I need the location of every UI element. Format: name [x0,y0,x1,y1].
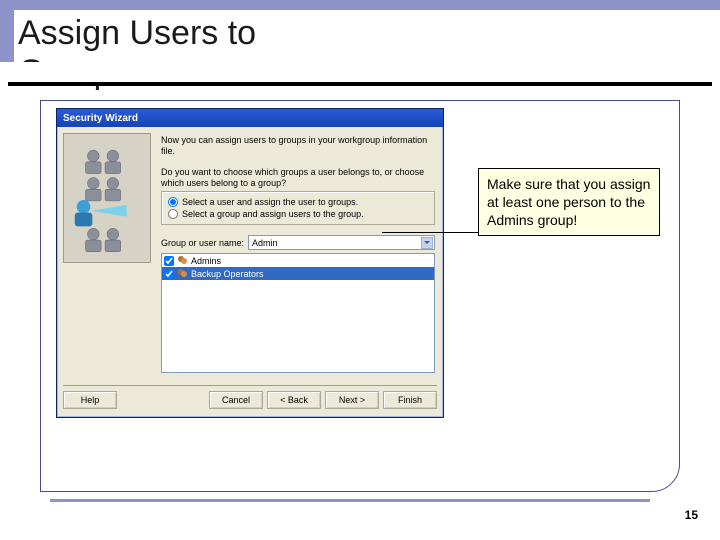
next-button-label: Next > [339,395,365,405]
finish-button-label: Finish [398,395,422,405]
user-name-combo[interactable]: Admin [248,235,435,250]
dialog-title: Security Wizard [63,113,138,124]
slide-divider [8,62,712,86]
chevron-down-icon[interactable] [421,237,433,249]
wizard-sidebar-image [63,133,151,263]
radio-select-group-input[interactable] [168,209,178,219]
page-number: 15 [685,508,698,522]
callout-note: Make sure that you assign at least one p… [478,168,660,236]
security-wizard-dialog: Security Wizard [56,108,444,418]
list-item-checkbox[interactable] [164,256,174,266]
help-button[interactable]: Help [63,391,117,409]
callout-leader-line [382,232,482,233]
group-icon [177,255,188,266]
callout-text: Make sure that you assign at least one p… [487,176,650,228]
cancel-button-label: Cancel [222,395,250,405]
radio-select-user-label: Select a user and assign the user to gro… [182,197,358,207]
radio-select-group[interactable]: Select a group and assign users to the g… [168,208,428,220]
combo-value: Admin [252,238,278,248]
radio-select-group-label: Select a group and assign users to the g… [182,209,364,219]
cancel-button[interactable]: Cancel [209,391,263,409]
list-item-label: Admins [191,256,221,266]
wizard-question-text: Do you want to choose which groups a use… [161,167,435,189]
wizard-button-row: Help Cancel < Back Next > Finish [63,385,437,411]
list-item-checkbox[interactable] [164,269,174,279]
wizard-intro-text: Now you can assign users to groups in yo… [161,135,435,157]
finish-button[interactable]: Finish [383,391,437,409]
group-icon [177,268,188,279]
help-button-label: Help [81,395,100,405]
list-item[interactable]: Admins [162,254,434,267]
list-item-label: Backup Operators [191,269,264,279]
back-button[interactable]: < Back [267,391,321,409]
groups-listbox[interactable]: Admins Backup Operators [161,253,435,373]
combo-label: Group or user name: [161,238,244,248]
footer-accent-line [50,499,650,502]
next-button[interactable]: Next > [325,391,379,409]
back-button-label: < Back [280,395,308,405]
assignment-mode-group: Select a user and assign the user to gro… [161,191,435,225]
list-item[interactable]: Backup Operators [162,267,434,280]
dialog-titlebar: Security Wizard [57,109,443,127]
radio-select-user[interactable]: Select a user and assign the user to gro… [168,196,428,208]
radio-select-user-input[interactable] [168,197,178,207]
